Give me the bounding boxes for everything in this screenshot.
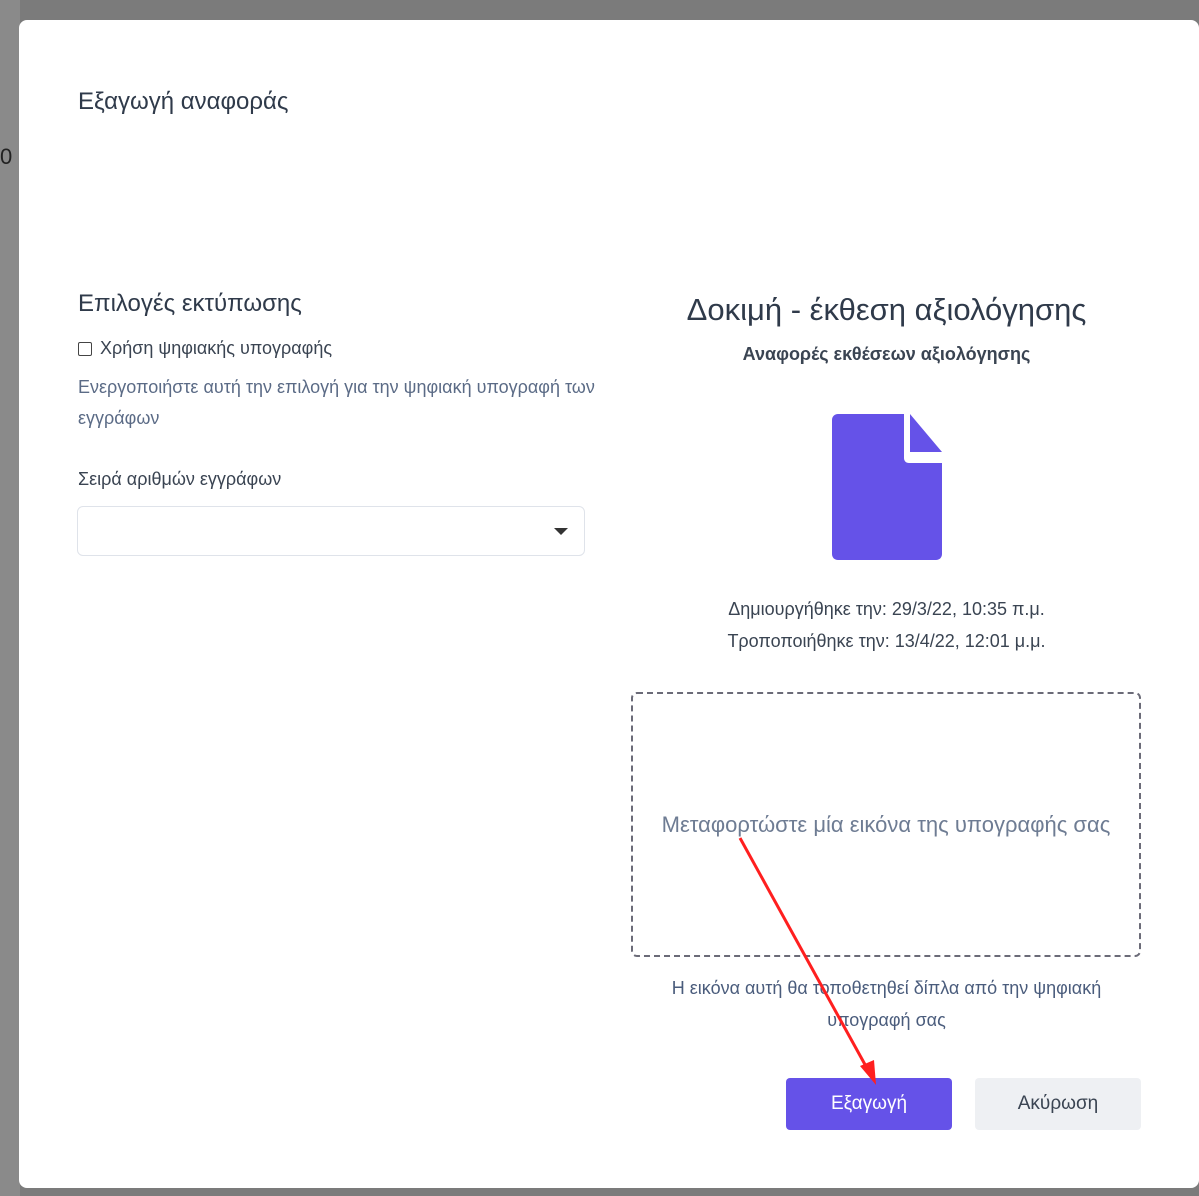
modified-date: Τροποποιήθηκε την: 13/4/22, 12:01 μ.μ. <box>727 631 1046 651</box>
signature-upload-dropzone[interactable]: Μεταφορτώστε μία εικόνα της υπογραφής σα… <box>631 692 1141 957</box>
dialog-title: Εξαγωγή αναφοράς <box>78 88 289 115</box>
cancel-button[interactable]: Ακύρωση <box>975 1078 1141 1130</box>
backdrop-text: 0 <box>0 144 13 169</box>
digital-signature-option[interactable]: Χρήση ψηφιακής υπογραφής <box>78 338 332 359</box>
chevron-down-icon[interactable] <box>554 528 568 535</box>
document-series-select[interactable] <box>77 506 585 556</box>
created-date: Δημιουργήθηκε την: 29/3/22, 10:35 π.μ. <box>728 599 1045 619</box>
export-report-dialog: Εξαγωγή αναφοράς Επιλογές εκτύπωσης Χρήσ… <box>19 20 1199 1188</box>
document-title: Δοκιμή - έκθεση αξιολόγησης <box>686 292 1087 327</box>
digital-signature-label[interactable]: Χρήση ψηφιακής υπογραφής <box>100 338 332 359</box>
print-options-heading: Επιλογές εκτύπωσης <box>78 290 302 317</box>
file-icon-graphic <box>832 414 942 560</box>
export-button[interactable]: Εξαγωγή <box>786 1078 952 1130</box>
signature-upload-note: Η εικόνα αυτή θα τοποθετηθεί δίπλα από τ… <box>671 978 1102 1030</box>
document-subtitle: Αναφορές εκθέσεων αξιολόγησης <box>742 344 1031 364</box>
signature-upload-prompt: Μεταφορτώστε μία εικόνα της υπογραφής σα… <box>661 811 1111 837</box>
file-icon <box>832 414 942 565</box>
digital-signature-help-text: Ενεργοποιήστε αυτή την επιλογή για την ψ… <box>78 377 595 428</box>
digital-signature-checkbox[interactable] <box>78 341 92 356</box>
backdrop <box>0 0 20 1196</box>
document-series-label: Σειρά αριθμών εγγράφων <box>78 469 282 489</box>
